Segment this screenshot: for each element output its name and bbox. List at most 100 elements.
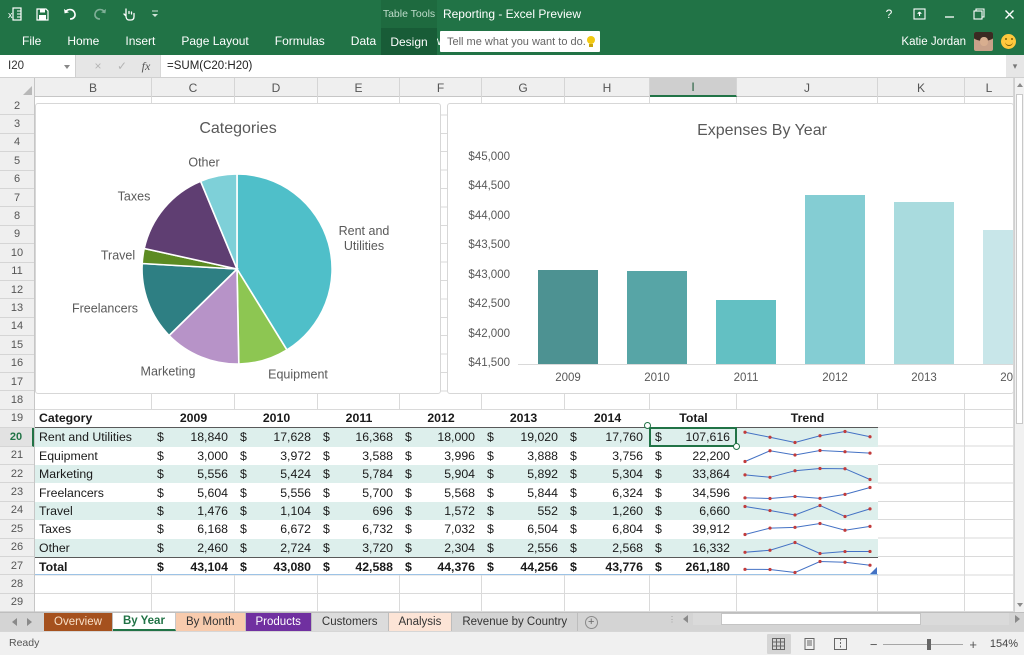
sheet-tab-revenue-by-country[interactable]: Revenue by Country [452, 613, 578, 631]
tab-insert[interactable]: Insert [112, 28, 168, 55]
page-break-view-icon[interactable] [829, 634, 853, 654]
row-header-19[interactable]: 19 [0, 410, 34, 428]
table-cell[interactable]: Category [35, 410, 152, 427]
table-cell[interactable]: $5,784 [318, 465, 400, 483]
table-cell[interactable]: $34,596 [650, 483, 737, 501]
sheet-tab-analysis[interactable]: Analysis [389, 613, 453, 631]
normal-view-icon[interactable] [767, 634, 791, 654]
row-header-14[interactable]: 14 [0, 318, 34, 336]
row-header-24[interactable]: 24 [0, 502, 34, 520]
table-cell[interactable]: $5,700 [318, 483, 400, 501]
table-cell[interactable]: $44,376 [400, 558, 482, 575]
zoom-in-icon[interactable]: + [969, 638, 977, 651]
trend-cell[interactable] [737, 502, 878, 520]
zoom-level[interactable]: 154% [984, 638, 1018, 650]
trend-cell[interactable] [737, 447, 878, 465]
bar-2009[interactable] [538, 270, 598, 364]
table-cell[interactable]: $44,256 [482, 558, 565, 575]
row-header-29[interactable]: 29 [0, 594, 34, 612]
column-header-L[interactable]: L [965, 78, 1014, 97]
row-header-28[interactable]: 28 [0, 575, 34, 593]
row-header-6[interactable]: 6 [0, 171, 34, 189]
table-cell[interactable]: $33,864 [650, 465, 737, 483]
help-button[interactable]: ? [874, 0, 904, 28]
column-header-K[interactable]: K [878, 78, 965, 97]
table-cell[interactable]: 2013 [482, 410, 565, 427]
bar-2011[interactable] [716, 300, 776, 364]
bar-chart[interactable]: Expenses By Year$45,000$44,500$44,000$43… [447, 103, 1014, 394]
column-header-J[interactable]: J [737, 78, 878, 97]
vertical-scroll-thumb[interactable] [1016, 94, 1023, 424]
table-cell[interactable]: 2010 [235, 410, 318, 427]
row-header-23[interactable]: 23 [0, 483, 34, 501]
scroll-down-icon[interactable] [1015, 598, 1024, 612]
redo-icon[interactable] [92, 8, 107, 20]
table-cell[interactable]: $3,720 [318, 539, 400, 557]
table-cell[interactable]: $261,180 [650, 558, 737, 575]
table-cell[interactable]: $16,368 [318, 428, 400, 446]
table-cell[interactable]: $39,912 [650, 520, 737, 538]
trend-cell[interactable] [737, 558, 878, 575]
trend-cell[interactable] [737, 465, 878, 483]
column-header-C[interactable]: C [152, 78, 235, 97]
table-cell[interactable]: $3,000 [152, 447, 235, 465]
table-cell[interactable]: $7,032 [400, 520, 482, 538]
row-header-16[interactable]: 16 [0, 355, 34, 373]
table-cell[interactable]: Total [650, 410, 737, 427]
save-icon[interactable] [36, 8, 49, 21]
row-header-27[interactable]: 27 [0, 557, 34, 575]
formula-input[interactable]: =SUM(C20:H20) [160, 55, 1006, 77]
table-cell[interactable]: $5,892 [482, 465, 565, 483]
column-header-G[interactable]: G [482, 78, 565, 97]
table-cell[interactable]: $2,724 [235, 539, 318, 557]
touch-mouse-mode-icon[interactable] [121, 8, 137, 21]
sheet-tab-by-year[interactable]: By Year [113, 613, 176, 631]
table-cell[interactable]: $3,888 [482, 447, 565, 465]
table-cell[interactable]: $6,732 [318, 520, 400, 538]
table-cell[interactable]: $5,304 [565, 465, 650, 483]
tab-formulas[interactable]: Formulas [262, 28, 338, 55]
table-cell[interactable]: $5,556 [152, 465, 235, 483]
bar-2014[interactable] [983, 230, 1014, 364]
row-header-9[interactable]: 9 [0, 226, 34, 244]
table-cell[interactable]: $3,972 [235, 447, 318, 465]
trend-cell[interactable]: Trend [737, 410, 878, 427]
page-layout-view-icon[interactable] [798, 634, 822, 654]
row-header-11[interactable]: 11 [0, 263, 34, 281]
table-cell[interactable]: $5,604 [152, 483, 235, 501]
table-cell[interactable]: $6,168 [152, 520, 235, 538]
table-cell[interactable]: $18,000 [400, 428, 482, 446]
tab-page-layout[interactable]: Page Layout [168, 28, 261, 55]
scroll-left-icon[interactable] [678, 615, 692, 623]
undo-icon[interactable] [63, 8, 78, 20]
restore-button[interactable] [964, 0, 994, 28]
user-avatar[interactable] [974, 32, 993, 51]
row-header-20[interactable]: 20 [0, 428, 34, 446]
enter-icon[interactable]: ✓ [110, 59, 134, 73]
table-cell[interactable]: $2,568 [565, 539, 650, 557]
table-cell[interactable]: $43,776 [565, 558, 650, 575]
sheet-tab-by-month[interactable]: By Month [176, 613, 246, 631]
column-header-F[interactable]: F [400, 78, 482, 97]
table-cell[interactable]: $6,504 [482, 520, 565, 538]
prev-sheet-icon[interactable] [12, 618, 17, 626]
table-cell[interactable]: $1,572 [400, 502, 482, 520]
tellme-box[interactable]: Tell me what you want to do... [440, 31, 600, 52]
row-header-10[interactable]: 10 [0, 244, 34, 262]
table-cell[interactable]: Marketing [35, 465, 152, 483]
table-cell[interactable]: $1,476 [152, 502, 235, 520]
row-header-17[interactable]: 17 [0, 373, 34, 391]
user-name[interactable]: Katie Jordan [901, 36, 966, 48]
column-header-B[interactable]: B [35, 78, 152, 97]
selected-cell-outline[interactable] [649, 427, 737, 446]
table-cell[interactable]: 2014 [565, 410, 650, 427]
table-cell[interactable]: $18,840 [152, 428, 235, 446]
table-cell[interactable]: $43,080 [235, 558, 318, 575]
table-cell[interactable]: Total [35, 558, 152, 575]
column-header-D[interactable]: D [235, 78, 318, 97]
sheet-tab-products[interactable]: Products [246, 613, 312, 631]
table-cell[interactable]: $16,332 [650, 539, 737, 557]
table-cell[interactable]: Rent and Utilities [35, 428, 152, 446]
bar-2013[interactable] [894, 202, 954, 364]
insert-function-icon[interactable]: fx [134, 59, 158, 74]
